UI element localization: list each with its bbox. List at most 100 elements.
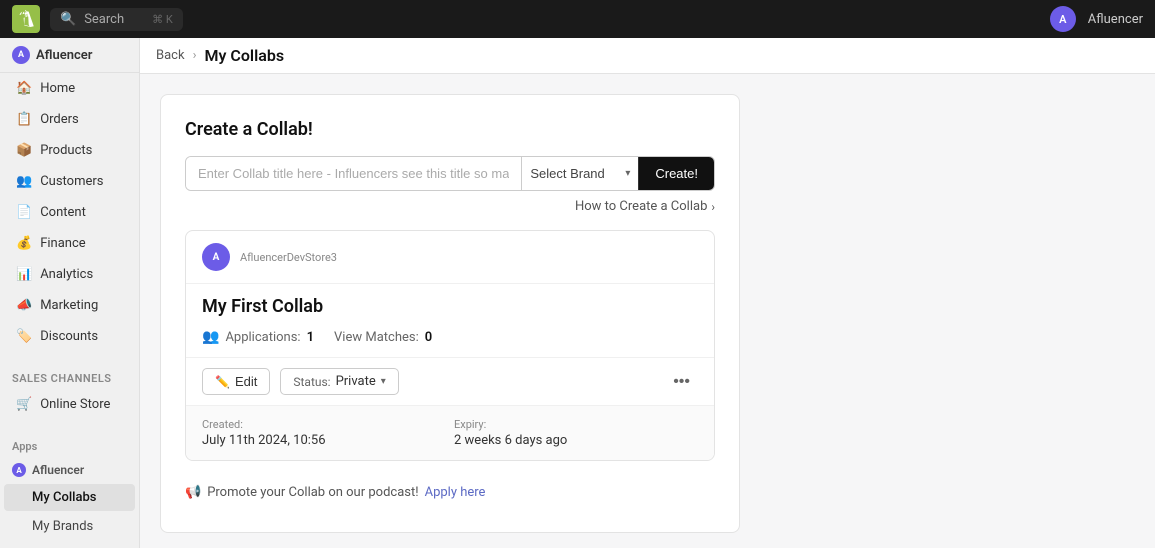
brand-select[interactable]: Select Brand bbox=[522, 157, 625, 190]
topbar-left: 🔍 Search ⌘ K bbox=[12, 5, 183, 33]
breadcrumb-separator: › bbox=[193, 48, 197, 63]
topbar-right: A Afluencer bbox=[1050, 6, 1143, 32]
afluencer-app-section: A Afluencer bbox=[0, 457, 139, 483]
sidebar-item-products[interactable]: 📦 Products bbox=[4, 136, 135, 165]
topbar: 🔍 Search ⌘ K A Afluencer bbox=[0, 0, 1155, 38]
collab-item: A AfluencerDevStore3 My First Collab 👥 A… bbox=[185, 230, 715, 461]
sidebar-item-my-collabs[interactable]: My Collabs bbox=[4, 484, 135, 511]
applications-label: Applications: bbox=[225, 330, 300, 345]
how-to-arrow-icon: › bbox=[711, 200, 715, 214]
collab-title-input[interactable] bbox=[186, 157, 521, 190]
sidebar-item-content[interactable]: 📄 Content bbox=[4, 198, 135, 227]
status-value: Private bbox=[336, 374, 376, 389]
how-to-link[interactable]: How to Create a Collab › bbox=[185, 199, 715, 214]
more-icon: ••• bbox=[673, 373, 690, 390]
marketing-icon: 📣 bbox=[16, 298, 32, 313]
sidebar-item-home[interactable]: 🏠 Home bbox=[4, 74, 135, 103]
home-icon: 🏠 bbox=[16, 81, 32, 96]
sidebar-marketing-label: Marketing bbox=[40, 298, 98, 313]
created-label: Created: bbox=[202, 418, 446, 431]
orders-icon: 📋 bbox=[16, 112, 32, 127]
back-button[interactable]: Back bbox=[156, 48, 185, 63]
sidebar: A Afluencer 🏠 Home 📋 Orders 📦 Products 👥… bbox=[0, 38, 140, 548]
collab-input-row: Select Brand Create! bbox=[185, 156, 715, 191]
search-shortcut: ⌘ K bbox=[152, 13, 173, 26]
view-matches-stat: View Matches: 0 bbox=[334, 329, 432, 345]
sidebar-home-label: Home bbox=[40, 81, 75, 96]
afluencer-app-icon: A bbox=[12, 463, 26, 477]
sidebar-item-analytics[interactable]: 📊 Analytics bbox=[4, 260, 135, 289]
collab-name: My First Collab bbox=[186, 284, 714, 321]
my-collabs-label: My Collabs bbox=[32, 490, 96, 505]
created-value: July 11th 2024, 10:56 bbox=[202, 433, 446, 448]
my-brands-label: My Brands bbox=[32, 519, 93, 534]
analytics-icon: 📊 bbox=[16, 267, 32, 282]
promote-icon: 📢 bbox=[185, 485, 201, 500]
sales-channels-header: Sales channels bbox=[0, 364, 139, 389]
main-content: Back › My Collabs Create a Collab! Selec… bbox=[140, 38, 1155, 548]
edit-label: Edit bbox=[235, 374, 257, 389]
search-bar[interactable]: 🔍 Search ⌘ K bbox=[50, 8, 183, 31]
promote-text: Promote your Collab on our podcast! bbox=[207, 485, 418, 500]
user-avatar[interactable]: A bbox=[1050, 6, 1076, 32]
view-matches-value: 0 bbox=[425, 330, 432, 345]
applications-icon: 👥 bbox=[202, 329, 219, 345]
more-options-button[interactable]: ••• bbox=[665, 369, 698, 395]
discounts-icon: 🏷️ bbox=[16, 329, 32, 344]
sidebar-item-marketing[interactable]: 📣 Marketing bbox=[4, 291, 135, 320]
main-layout: A Afluencer 🏠 Home 📋 Orders 📦 Products 👥… bbox=[0, 38, 1155, 548]
sidebar-item-online-store[interactable]: 🛒 Online Store bbox=[4, 390, 135, 419]
sidebar-item-customers[interactable]: 👥 Customers bbox=[4, 167, 135, 196]
collab-stats: 👥 Applications: 1 View Matches: 0 bbox=[186, 321, 714, 357]
page-content-area: Create a Collab! Select Brand Create! Ho… bbox=[140, 74, 1155, 548]
content-icon: 📄 bbox=[16, 205, 32, 220]
apps-header: Apps bbox=[0, 432, 139, 457]
sub-topbar: Back › My Collabs bbox=[140, 38, 1155, 74]
expiry-label: Expiry: bbox=[454, 418, 698, 431]
sidebar-finance-label: Finance bbox=[40, 236, 85, 251]
sidebar-products-label: Products bbox=[40, 143, 92, 158]
how-to-text: How to Create a Collab bbox=[575, 199, 707, 214]
sidebar-online-store-label: Online Store bbox=[40, 397, 110, 412]
applications-stat: 👥 Applications: 1 bbox=[202, 329, 314, 345]
pencil-icon: ✏️ bbox=[215, 375, 230, 389]
apply-here-link[interactable]: Apply here bbox=[425, 485, 486, 500]
products-icon: 📦 bbox=[16, 143, 32, 158]
created-detail: Created: July 11th 2024, 10:56 bbox=[202, 418, 446, 448]
sidebar-item-discounts[interactable]: 🏷️ Discounts bbox=[4, 322, 135, 351]
store-name: AfluencerDevStore3 bbox=[240, 251, 337, 264]
finance-icon: 💰 bbox=[16, 236, 32, 251]
search-icon: 🔍 bbox=[60, 12, 76, 27]
create-collab-button[interactable]: Create! bbox=[638, 157, 714, 190]
afluencer-app-label: Afluencer bbox=[32, 463, 84, 477]
status-selector[interactable]: Status: Private ▾ bbox=[280, 368, 398, 395]
customers-icon: 👥 bbox=[16, 174, 32, 189]
sidebar-item-my-brands[interactable]: My Brands bbox=[4, 513, 135, 540]
sidebar-item-influencers[interactable]: Influencers bbox=[4, 542, 135, 548]
afluencer-sidebar-title: Afluencer bbox=[36, 48, 92, 63]
store-avatar: A bbox=[202, 243, 230, 271]
edit-button[interactable]: ✏️ Edit bbox=[202, 368, 270, 395]
sidebar-analytics-label: Analytics bbox=[40, 267, 93, 282]
brand-select-wrapper: Select Brand bbox=[521, 157, 638, 190]
sidebar-customers-label: Customers bbox=[40, 174, 103, 189]
status-dropdown-icon: ▾ bbox=[381, 376, 386, 387]
shopify-logo-icon bbox=[12, 5, 40, 33]
sidebar-item-finance[interactable]: 💰 Finance bbox=[4, 229, 135, 258]
create-collab-title: Create a Collab! bbox=[185, 119, 715, 140]
create-collab-card: Create a Collab! Select Brand Create! Ho… bbox=[160, 94, 740, 533]
sidebar-content-label: Content bbox=[40, 205, 86, 220]
page-title: My Collabs bbox=[204, 46, 284, 65]
expiry-detail: Expiry: 2 weeks 6 days ago bbox=[454, 418, 698, 448]
collab-details: Created: July 11th 2024, 10:56 Expiry: 2… bbox=[186, 405, 714, 460]
collab-item-header: A AfluencerDevStore3 bbox=[186, 231, 714, 284]
search-text: Search bbox=[84, 12, 124, 27]
expiry-value: 2 weeks 6 days ago bbox=[454, 433, 698, 448]
online-store-icon: 🛒 bbox=[16, 397, 32, 412]
sidebar-item-orders[interactable]: 📋 Orders bbox=[4, 105, 135, 134]
afluencer-sidebar-icon: A bbox=[12, 46, 30, 64]
view-matches-label: View Matches: bbox=[334, 330, 419, 345]
collab-actions: ✏️ Edit Status: Private ▾ ••• bbox=[186, 357, 714, 405]
promote-bar: 📢 Promote your Collab on our podcast! Ap… bbox=[185, 477, 715, 508]
app-name-label: Afluencer bbox=[1088, 12, 1143, 27]
